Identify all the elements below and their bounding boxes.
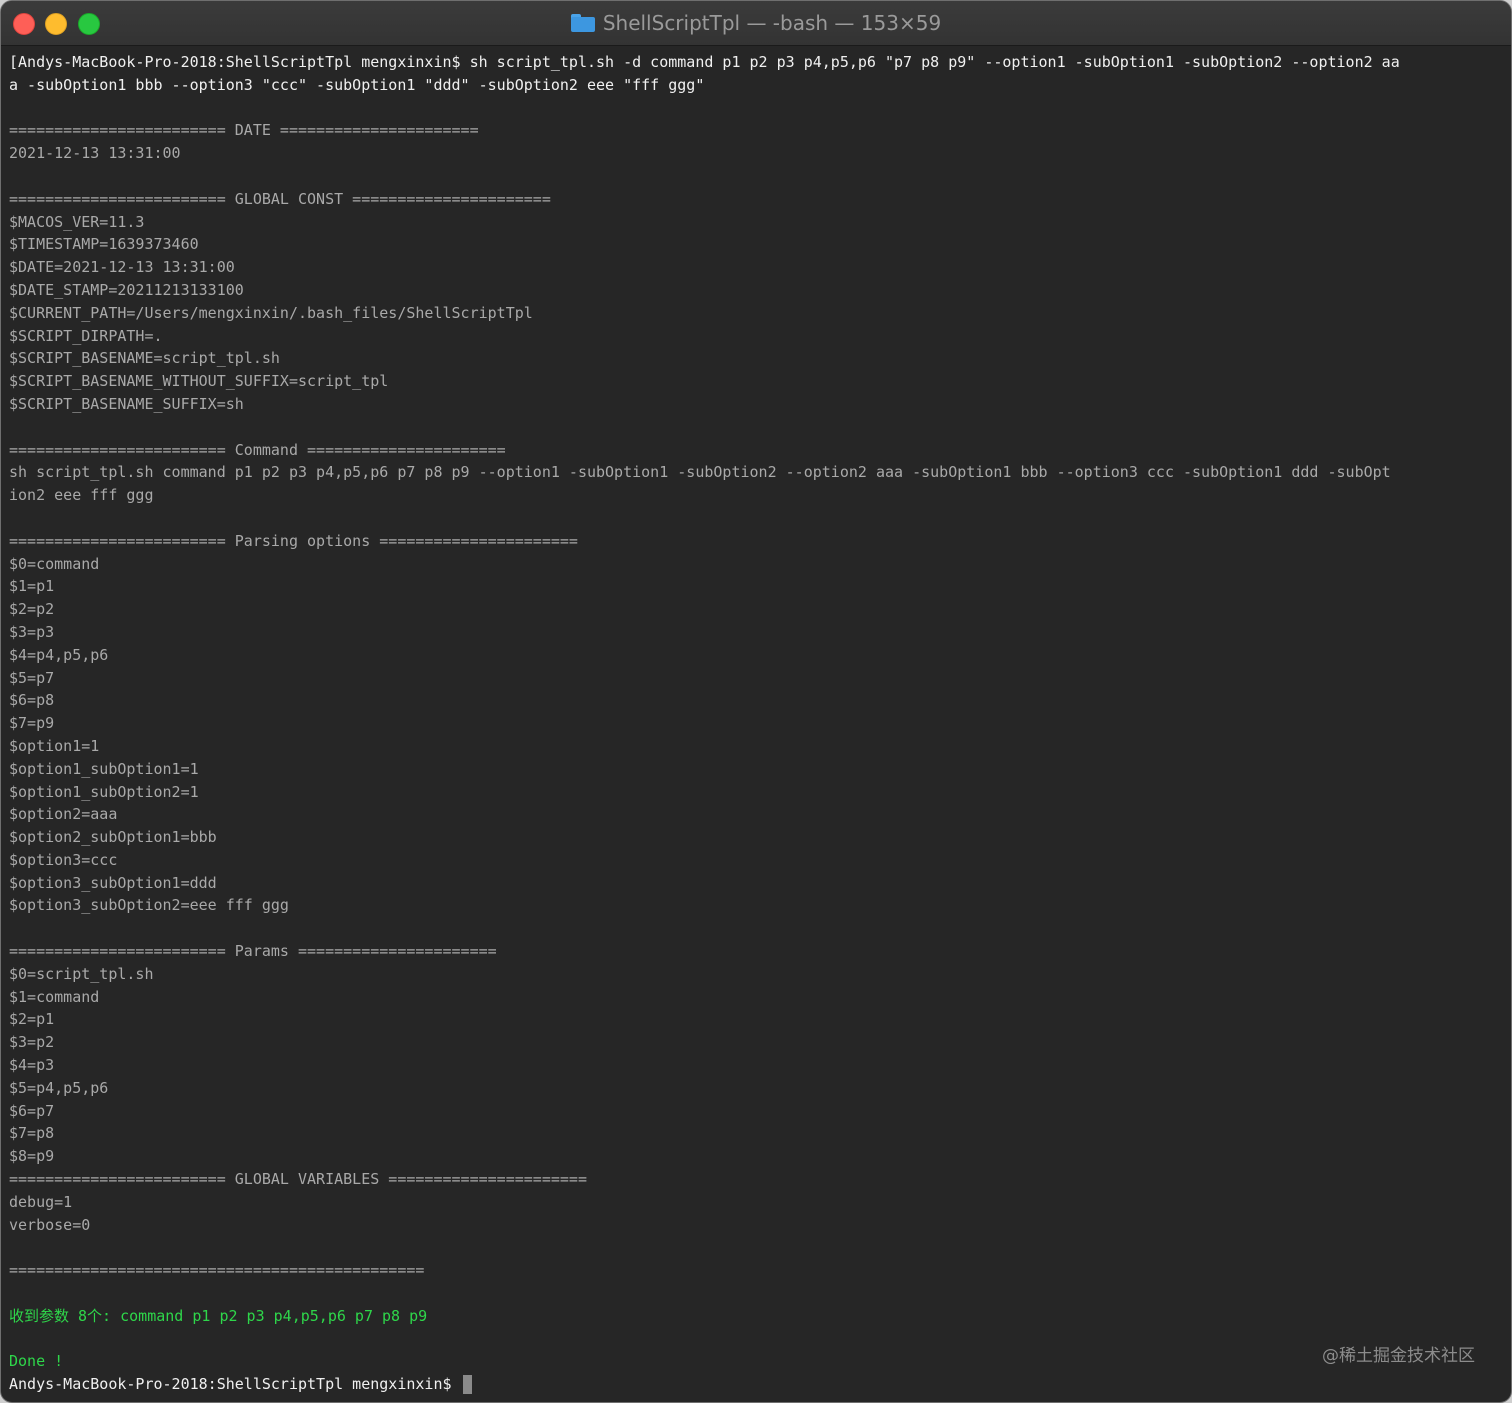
terminal-line: $option1_subOption1=1	[9, 759, 199, 778]
terminal-line: $5=p4,p5,p6	[9, 1078, 109, 1097]
terminal-line: $1=p1	[9, 577, 55, 596]
terminal-line: $MACOS_VER=11.3	[9, 212, 145, 231]
terminal-line: debug=1	[9, 1192, 73, 1211]
terminal-line: $6=p8	[9, 691, 55, 710]
title-bar[interactable]: ShellScriptTpl — -bash — 153×59	[1, 1, 1511, 46]
terminal-line: $SCRIPT_BASENAME_SUFFIX=sh	[9, 394, 244, 413]
terminal-line: [Andys-MacBook-Pro-2018:ShellScriptTpl m…	[9, 53, 1400, 71]
terminal-line: ======================== GLOBAL CONST ==…	[9, 189, 551, 208]
terminal-line: $option2=aaa	[9, 805, 118, 824]
terminal-line: $3=p3	[9, 622, 55, 641]
terminal-line: $2=p2	[9, 600, 55, 619]
terminal-line: $option2_subOption1=bbb	[9, 828, 217, 847]
folder-icon	[570, 14, 595, 32]
window-title-container: ShellScriptTpl — -bash — 153×59	[1, 1, 1511, 45]
terminal-line: ========================================…	[9, 1261, 425, 1280]
terminal-line: ======================== Params ========…	[9, 942, 497, 961]
terminal-line: $SCRIPT_DIRPATH=.	[9, 326, 163, 345]
terminal-line: $DATE_STAMP=20211213133100	[9, 280, 244, 299]
shell-prompt: Andys-MacBook-Pro-2018:ShellScriptTpl me…	[9, 1375, 461, 1394]
terminal-line: $0=script_tpl.sh	[9, 964, 154, 983]
terminal-line: $3=p2	[9, 1033, 55, 1052]
terminal-line: ======================== DATE ==========…	[9, 121, 479, 140]
terminal-line: $2=p1	[9, 1010, 55, 1029]
terminal-line: ion2 eee fff ggg	[9, 486, 154, 505]
watermark: @稀土掘金技术社区	[1322, 1346, 1475, 1366]
terminal-line: $0=command	[9, 554, 100, 573]
terminal-line: $SCRIPT_BASENAME=script_tpl.sh	[9, 349, 280, 368]
terminal-line: $4=p4,p5,p6	[9, 645, 109, 664]
terminal-line: 2021-12-13 13:31:00	[9, 144, 181, 163]
terminal-line: ======================== GLOBAL VARIABLE…	[9, 1170, 587, 1189]
terminal-line: $5=p7	[9, 668, 55, 687]
terminal-line: $7=p8	[9, 1124, 55, 1143]
terminal-line: $7=p9	[9, 714, 55, 733]
terminal-line: $6=p7	[9, 1101, 55, 1120]
terminal-line: $option3=ccc	[9, 850, 118, 869]
prompt-line[interactable]: Andys-MacBook-Pro-2018:ShellScriptTpl me…	[9, 1373, 1503, 1396]
terminal-line: $option3_subOption2=eee fff ggg	[9, 896, 289, 915]
terminal-line: Done !	[9, 1352, 64, 1371]
terminal-line: a -subOption1 bbb --option3 "ccc" -subOp…	[9, 75, 705, 94]
terminal-line: $4=p3	[9, 1056, 55, 1075]
terminal-line: $TIMESTAMP=1639373460	[9, 235, 199, 254]
terminal-window: ShellScriptTpl — -bash — 153×59 [Andys-M…	[0, 0, 1512, 1403]
terminal-line: $1=command	[9, 987, 100, 1006]
terminal-line: $8=p9	[9, 1147, 55, 1166]
terminal-line: sh script_tpl.sh command p1 p2 p3 p4,p5,…	[9, 463, 1391, 482]
terminal-output[interactable]: [Andys-MacBook-Pro-2018:ShellScriptTpl m…	[1, 47, 1511, 1402]
text-cursor	[462, 1375, 472, 1395]
terminal-line: $option1=1	[9, 736, 100, 755]
terminal-line: verbose=0	[9, 1215, 91, 1234]
terminal-line: 收到参数 8个: command p1 p2 p3 p4,p5,p6 p7 p8…	[9, 1306, 428, 1325]
terminal-line: $CURRENT_PATH=/Users/mengxinxin/.bash_fi…	[9, 303, 533, 322]
terminal-line: $option1_subOption2=1	[9, 782, 199, 801]
terminal-line: ======================== Parsing options…	[9, 531, 578, 550]
window-title: ShellScriptTpl — -bash — 153×59	[602, 11, 942, 35]
terminal-line: $SCRIPT_BASENAME_WITHOUT_SUFFIX=script_t…	[9, 372, 389, 391]
terminal-line: ======================== Command =======…	[9, 440, 506, 459]
terminal-line: $DATE=2021-12-13 13:31:00	[9, 258, 235, 277]
terminal-line: $option3_subOption1=ddd	[9, 873, 217, 892]
